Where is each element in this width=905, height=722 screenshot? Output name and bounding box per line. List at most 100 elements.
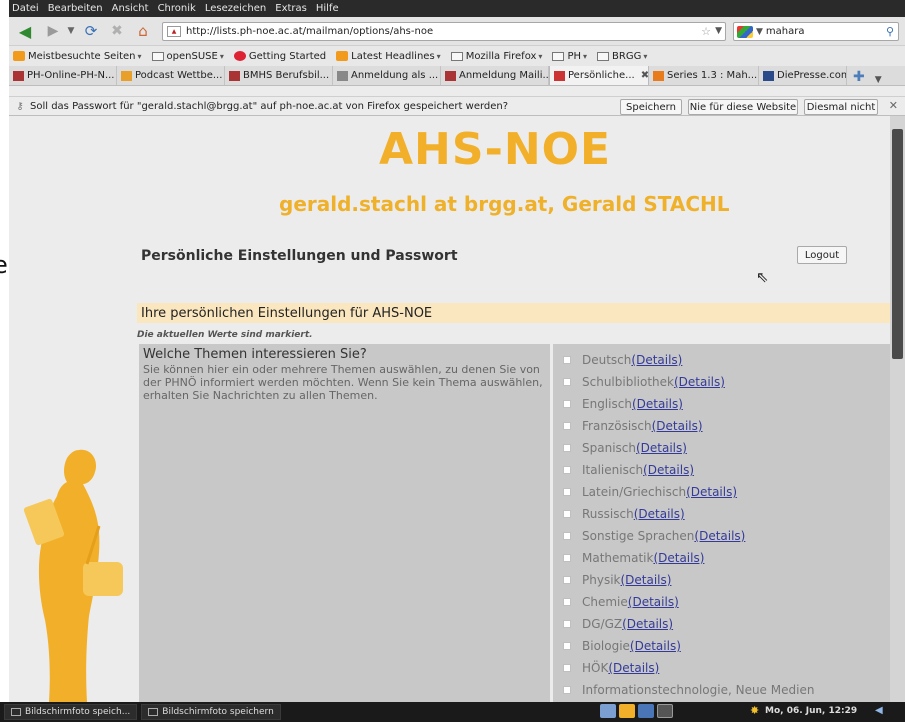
topic-option: Englisch (Details)	[563, 395, 683, 413]
taskbar-task[interactable]: Bildschirmfoto speich...	[4, 704, 138, 720]
chevron-down-icon: ▾	[219, 51, 224, 61]
menu-bar: Datei Bearbeiten Ansicht Chronik Lesezeichen…	[9, 0, 905, 17]
details-link[interactable]: (Details)	[674, 375, 725, 389]
tab-label: Series 1.3 : Mah...	[667, 70, 758, 81]
details-link[interactable]: (Details)	[632, 397, 683, 411]
topic-checkbox[interactable]	[563, 378, 571, 386]
logout-button[interactable]: Logout	[797, 246, 847, 264]
topic-checkbox[interactable]	[563, 642, 571, 650]
bookmark-star-icon[interactable]: ☆	[701, 25, 711, 38]
tab-favicon-icon	[763, 70, 774, 81]
display-icon[interactable]	[657, 704, 673, 718]
topic-checkbox[interactable]	[563, 466, 571, 474]
history-dropdown-icon[interactable]: ▼	[61, 21, 81, 41]
topic-checkbox[interactable]	[563, 532, 571, 540]
scrollbar-thumb[interactable]	[892, 129, 903, 359]
url-dropdown-icon[interactable]: ▼	[715, 26, 722, 36]
search-input[interactable]: mahara	[766, 26, 805, 37]
search-engine-icon[interactable]	[737, 25, 753, 38]
details-link[interactable]: (Details)	[694, 529, 745, 543]
tab[interactable]: PH-Online-PH-N...	[9, 66, 117, 85]
tab[interactable]: Series 1.3 : Mah...	[649, 66, 759, 85]
bookmark-item[interactable]: BRGG ▾	[597, 51, 647, 62]
topic-checkbox[interactable]	[563, 686, 571, 694]
details-link[interactable]: (Details)	[643, 463, 694, 477]
url-bar[interactable]: ▲ http://lists.ph-noe.ac.at/mailman/opti…	[162, 22, 726, 41]
menu-item[interactable]: Datei	[12, 3, 39, 14]
close-icon[interactable]: ✕	[889, 99, 898, 112]
topic-checkbox[interactable]	[563, 576, 571, 584]
details-link[interactable]: (Details)	[628, 595, 679, 609]
details-link[interactable]: (Details)	[652, 419, 703, 433]
updater-icon[interactable]	[619, 704, 635, 718]
details-link[interactable]: (Details)	[636, 441, 687, 455]
new-tab-icon[interactable]: ✚	[853, 69, 865, 85]
topic-checkbox[interactable]	[563, 400, 571, 408]
bookmark-item[interactable]: Mozilla Firefox ▾	[450, 51, 542, 62]
topic-checkbox[interactable]	[563, 510, 571, 518]
bookmark-item[interactable]: Latest Headlines ▾	[336, 51, 441, 62]
forward-arrow-icon[interactable]: ▶	[43, 21, 63, 41]
taskbar-task[interactable]: Bildschirmfoto speichern	[141, 704, 281, 720]
clipboard-icon[interactable]	[638, 704, 654, 718]
details-link[interactable]: (Details)	[653, 551, 704, 565]
bookmark-item[interactable]: openSUSE ▾	[151, 50, 224, 62]
bookmark-item[interactable]: PH ▾	[552, 51, 587, 62]
show-desktop-icon[interactable]: ◀	[875, 705, 883, 716]
tab-favicon-icon	[229, 70, 240, 81]
bookmarks-toolbar: Meistbesuchte Seiten ▾ openSUSE ▾ Getting St…	[9, 46, 905, 66]
topic-checkbox[interactable]	[563, 488, 571, 496]
topic-checkbox[interactable]	[563, 598, 571, 606]
topic-option: Französisch (Details)	[563, 417, 703, 435]
vertical-scrollbar[interactable]	[890, 116, 905, 702]
tab-active[interactable]: Persönliche... ✖	[549, 66, 649, 85]
engine-dropdown-icon[interactable]: ▼	[756, 27, 763, 37]
tab[interactable]: Anmeldung Maili...	[441, 66, 549, 85]
menu-item[interactable]: Bearbeiten	[48, 3, 103, 14]
topic-checkbox[interactable]	[563, 664, 571, 672]
menu-item[interactable]: Chronik	[158, 3, 196, 14]
details-link[interactable]: (Details)	[630, 639, 681, 653]
menu-item[interactable]: Ansicht	[112, 3, 149, 14]
url-text[interactable]: http://lists.ph-noe.ac.at/mailman/option…	[186, 26, 433, 37]
details-link[interactable]: (Details)	[634, 507, 685, 521]
tab[interactable]: Anmeldung als ...	[333, 66, 441, 85]
topic-option: Sonstige Sprachen (Details)	[563, 527, 745, 545]
tab[interactable]: DiePresse.com	[759, 66, 847, 85]
bookmark-item[interactable]: Meistbesuchte Seiten ▾	[13, 51, 142, 62]
stop-icon[interactable]: ✖	[107, 21, 127, 41]
bookmark-item[interactable]: Getting Started	[233, 51, 326, 62]
details-link[interactable]: (Details)	[608, 661, 659, 675]
topic-checkbox[interactable]	[563, 356, 571, 364]
topic-checkbox[interactable]	[563, 620, 571, 628]
search-icon[interactable]: ⚲	[886, 25, 894, 38]
details-link[interactable]: (Details)	[620, 573, 671, 587]
topic-checkbox[interactable]	[563, 422, 571, 430]
user-heading: gerald.stachl at brgg.at, Gerald STACHL	[279, 192, 730, 216]
reload-icon[interactable]: ⟳	[81, 21, 101, 41]
not-now-button[interactable]: Diesmal nicht	[804, 99, 878, 115]
menu-item[interactable]: Extras	[275, 3, 307, 14]
topic-checkbox[interactable]	[563, 554, 571, 562]
never-save-button[interactable]: Nie für diese Website	[688, 99, 798, 115]
tab-favicon-icon	[337, 70, 348, 81]
details-link[interactable]: (Details)	[631, 353, 682, 367]
tab[interactable]: BMHS Berufsbil...	[225, 66, 333, 85]
tab-list-icon[interactable]: ▼	[875, 75, 882, 85]
topic-label: Deutsch	[582, 353, 632, 367]
search-bar[interactable]: ▼ mahara ⚲	[733, 22, 899, 41]
bookmark-label: openSUSE	[166, 50, 218, 62]
folder-icon	[151, 51, 164, 61]
details-link[interactable]: (Details)	[686, 485, 737, 499]
save-password-button[interactable]: Speichern	[620, 99, 682, 115]
topic-checkbox[interactable]	[563, 444, 571, 452]
topics-help-text: Sie können hier ein oder mehrere Themen …	[143, 363, 543, 402]
details-link[interactable]: (Details)	[622, 617, 673, 631]
menu-item[interactable]: Lesezeichen	[205, 3, 266, 14]
tab[interactable]: Podcast Wettbe...	[117, 66, 225, 85]
network-icon[interactable]	[600, 704, 616, 718]
home-icon[interactable]: ⌂	[133, 21, 153, 41]
close-tab-icon[interactable]: ✖	[641, 70, 648, 81]
back-arrow-icon[interactable]: ◀	[15, 21, 35, 41]
menu-item[interactable]: Hilfe	[316, 3, 339, 14]
